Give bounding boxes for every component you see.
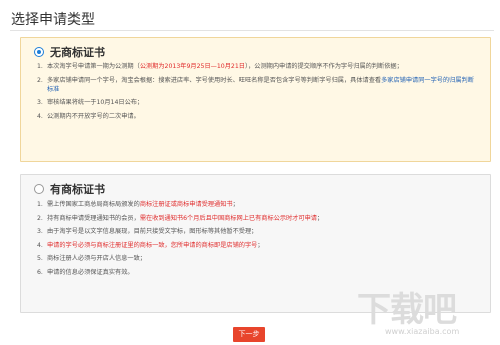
option-no-trademark-label: 无商标证书: [50, 46, 105, 59]
note-number: 5.: [37, 255, 43, 262]
note-text: 多家店铺申请同一个字号，淘宝会根据：搜索进店率、字号使用时长、旺旺名称是否包含字…: [47, 76, 480, 94]
note-text-part: 持有商标申请受理通知书的会员，: [47, 214, 140, 222]
next-step-button[interactable]: 下一步: [233, 327, 265, 342]
note-number: 1.: [37, 201, 43, 208]
note-number: 1.: [37, 63, 43, 70]
note-item: 4. 公测期内不开放字号的二次申请。: [37, 112, 480, 121]
note-text-part: ；: [257, 241, 264, 249]
watermark-url: www.xiazaiba.com: [385, 327, 459, 336]
highlight-text: 商标注册证或商标申请受理通知书: [139, 201, 233, 208]
note-text: 审核结果将统一于10月14日公布；: [47, 98, 480, 107]
note-item: 3. 审核结果将统一于10月14日公布；: [37, 98, 480, 107]
note-text-part: ），公测期内申请的提交顺序不作为字号归属的判断依据；: [245, 63, 403, 70]
note-number: 3.: [37, 99, 43, 106]
option-with-trademark-header[interactable]: 有商标证书: [34, 181, 105, 197]
note-text: 申请的信息必须保证真实有效。: [47, 268, 480, 277]
note-text: 由于淘字号是以文字信息展现，目前只接受文字标，图形标等其他暂不受理；: [47, 227, 480, 236]
note-text-part: 申请的信息必须保证真实有效。: [47, 268, 134, 276]
note-number: 4.: [37, 112, 43, 120]
note-text-part: 审核结果将统一于10月14日公布；: [47, 99, 144, 106]
note-number: 2.: [37, 214, 43, 222]
note-item: 4. 申请的字号必须与商标注册证里的商标一致，您所申请的商标即是店铺的字号；: [37, 241, 480, 250]
note-number: 2.: [37, 76, 43, 84]
note-item: 3. 由于淘字号是以文字信息展现，目前只接受文字标，图形标等其他暂不受理；: [37, 227, 480, 236]
note-item: 6. 申请的信息必须保证真实有效。: [37, 268, 480, 277]
note-text-part: 本次淘字号申请第一期为公测期（: [47, 63, 140, 70]
note-text: 持有商标申请受理通知书的会员，需在收到通知书6个月后且中国商标网上已有商标公示时…: [47, 214, 480, 223]
option-with-trademark-label: 有商标证书: [50, 183, 105, 196]
note-number: 4.: [37, 241, 43, 249]
option-with-trademark-notes: 1. 需上传国家工商总局商标局颁发的商标注册证或商标申请受理通知书； 2. 持有商标申…: [37, 200, 480, 281]
note-text: 商标注册人必须与开店人信息一致；: [47, 254, 480, 263]
highlight-text: 申请的字号必须与商标注册证里的商标一致，: [47, 241, 171, 249]
note-number: 6.: [37, 268, 43, 276]
note-item: 1. 需上传国家工商总局商标局颁发的商标注册证或商标申请受理通知书；: [37, 200, 480, 209]
note-item: 2. 持有商标申请受理通知书的会员，需在收到通知书6个月后且中国商标网上已有商标公…: [37, 214, 480, 223]
page-title: 选择申请类型: [11, 12, 95, 28]
note-text-part: 需上传国家工商总局商标局颁发的: [47, 201, 140, 208]
note-item: 2. 多家店铺申请同一个字号，淘宝会根据：搜索进店率、字号使用时长、旺旺名称是否包…: [37, 76, 480, 94]
option-no-trademark-header[interactable]: 无商标证书: [34, 44, 105, 60]
note-text: 申请的字号必须与商标注册证里的商标一致，您所申请的商标即是店铺的字号；: [47, 241, 480, 250]
highlight-text: 公测期为2013年9月25日—10月21日: [139, 63, 245, 70]
note-text-part: 由于淘字号是以文字信息展现，目前只接受文字标，图形标等其他暂不受理；: [47, 228, 258, 235]
note-text-part: 多家店铺申请同一个字号，淘宝会根据：搜索进店率、字号使用时长、旺旺名称是否包含字…: [47, 76, 382, 84]
highlight-text: 您所申请的商标即是店铺的字号: [170, 241, 258, 249]
watermark-logo-text: 下载吧: [357, 290, 457, 330]
note-text-part: ；: [232, 201, 239, 208]
note-text-part: ；: [317, 214, 324, 222]
watermark-logo: 下载吧 www.xiazaiba.com: [357, 290, 459, 336]
note-item: 1. 本次淘字号申请第一期为公测期（公测期为2013年9月25日—10月21日），…: [37, 62, 480, 71]
title-divider: [10, 30, 494, 31]
radio-no-trademark[interactable]: [34, 47, 44, 57]
note-text-part: 商标注册人必须与开店人信息一致；: [47, 255, 146, 262]
highlight-text: 需在收到通知书6个月后且中国商标网上已有商标公示时才可申请: [139, 214, 317, 222]
note-number: 3.: [37, 228, 43, 235]
note-text: 公测期内不开放字号的二次申请。: [47, 112, 480, 121]
note-text: 本次淘字号申请第一期为公测期（公测期为2013年9月25日—10月21日），公测…: [47, 62, 480, 71]
note-item: 5. 商标注册人必须与开店人信息一致；: [37, 254, 480, 263]
note-text: 需上传国家工商总局商标局颁发的商标注册证或商标申请受理通知书；: [47, 200, 480, 209]
option-no-trademark-notes: 1. 本次淘字号申请第一期为公测期（公测期为2013年9月25日—10月21日），…: [37, 62, 480, 125]
option-no-trademark[interactable]: 无商标证书 1. 本次淘字号申请第一期为公测期（公测期为2013年9月25日—10…: [20, 37, 491, 162]
note-text-part: 公测期内不开放字号的二次申请。: [47, 112, 140, 120]
radio-with-trademark[interactable]: [34, 184, 44, 194]
